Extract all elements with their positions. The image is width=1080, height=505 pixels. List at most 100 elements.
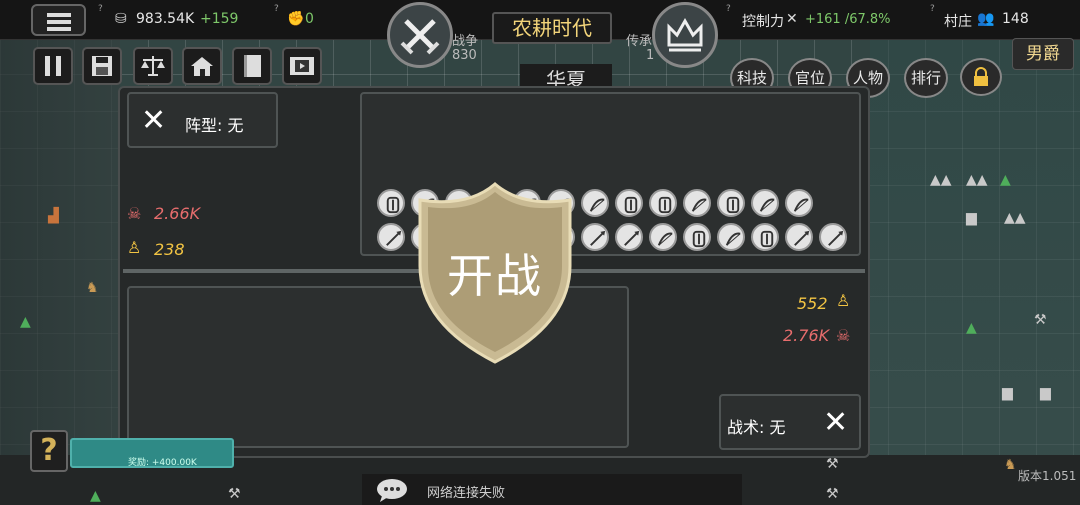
enemy-unit-spear[interactable] — [377, 223, 405, 251]
war-button[interactable] — [387, 2, 453, 68]
help-hint-icon[interactable]: ? — [726, 4, 731, 14]
help-hint-icon[interactable]: ? — [98, 4, 103, 14]
lock-icon — [974, 67, 988, 86]
bow-icon — [793, 198, 809, 212]
sheep-icon: ▆ — [966, 210, 977, 226]
soldier-icon: ♙ — [836, 291, 851, 310]
spear-icon — [794, 230, 810, 246]
shield-icon — [692, 230, 706, 248]
enemy-unit-shield[interactable] — [717, 189, 745, 217]
axe-icon: ⚒ — [1034, 312, 1047, 328]
balance-scale-icon — [141, 56, 165, 76]
formation-label: 阵型: 无 — [185, 116, 244, 135]
enemy-unit-bow[interactable] — [751, 189, 779, 217]
axe-icon: ⚒ — [826, 486, 839, 502]
shield-icon — [658, 196, 672, 214]
enemy-deaths: 2.66K — [154, 204, 201, 223]
coins-icon: ⛁ — [115, 11, 127, 27]
replay-button[interactable] — [282, 47, 322, 85]
shield-icon — [386, 196, 400, 214]
mountain-icon: ▲▲ — [966, 172, 988, 188]
chat-icon — [377, 479, 407, 502]
bow-icon — [691, 198, 707, 212]
law-button[interactable] — [133, 47, 173, 85]
shield-icon — [624, 196, 638, 214]
enemy-unit-bow[interactable] — [785, 189, 813, 217]
bow-icon — [759, 198, 775, 212]
strength-icon: ✊ — [287, 11, 305, 27]
records-button[interactable] — [232, 47, 272, 85]
enemy-unit-spear[interactable] — [819, 223, 847, 251]
film-icon — [290, 57, 314, 75]
cattle-icon: ▟ — [48, 208, 59, 224]
strength-value: 0 — [305, 11, 314, 27]
help-hint-icon[interactable]: ? — [930, 4, 935, 14]
enemy-unit-shield[interactable] — [683, 223, 711, 251]
heritage-label: 传承 — [626, 34, 653, 49]
own-deaths: 2.76K — [783, 326, 830, 345]
locked-button[interactable] — [960, 58, 1002, 96]
rank-tab[interactable]: 男爵 — [1012, 38, 1074, 70]
axe-icon: ⚒ — [826, 456, 839, 472]
help-button[interactable]: ? — [30, 430, 68, 472]
coins-delta: +159 — [200, 11, 239, 27]
help-hint-icon[interactable]: ? — [274, 4, 279, 14]
tree-icon: ▲ — [1000, 172, 1011, 188]
age-title[interactable]: 农耕时代 — [492, 12, 612, 44]
war-value: 830 — [452, 48, 477, 63]
close-icon: ✕ — [823, 405, 849, 440]
enemy-unit-spear[interactable] — [581, 223, 609, 251]
save-button[interactable] — [82, 47, 122, 85]
tactic-label: 战术: 无 — [727, 418, 786, 437]
menu-button[interactable] — [31, 4, 86, 36]
enemy-unit-spear[interactable] — [785, 223, 813, 251]
shield-icon — [726, 196, 740, 214]
sheep-icon: ▆ — [1002, 385, 1013, 401]
enemy-unit-spear[interactable] — [615, 223, 643, 251]
sheep-icon: ▆ — [1040, 385, 1051, 401]
crossed-swords-icon — [400, 19, 440, 55]
enemy-unit-bow[interactable] — [649, 223, 677, 251]
crown-icon — [667, 17, 703, 52]
version-text: 版本1.051 — [1018, 469, 1077, 483]
pause-button[interactable] — [33, 47, 73, 85]
crossed-swords-icon: ✕ — [786, 11, 798, 27]
spear-icon — [386, 230, 402, 246]
enemy-unit-bow[interactable] — [581, 189, 609, 217]
tactic-button[interactable]: 战术: 无 ✕ — [719, 394, 861, 450]
skull-icon: ☠ — [127, 204, 142, 223]
enemy-unit-bow[interactable] — [683, 189, 711, 217]
enemy-unit-shield[interactable] — [377, 189, 405, 217]
heritage-button[interactable] — [652, 2, 718, 68]
soldier-icon: ♙ — [127, 238, 142, 257]
tree-icon: ▲ — [966, 320, 977, 336]
enemy-unit-shield[interactable] — [649, 189, 677, 217]
people-icon: 👥 — [977, 11, 995, 27]
map-terrain-right — [870, 40, 1080, 505]
enemy-unit-shield[interactable] — [751, 223, 779, 251]
horse-icon: ♞ — [86, 280, 99, 296]
enemy-unit-shield[interactable] — [615, 189, 643, 217]
spear-icon — [828, 230, 844, 246]
shield-icon — [760, 230, 774, 248]
network-status-text: 网络连接失败 — [427, 486, 506, 501]
book-icon — [244, 55, 261, 77]
control-value: +161 /67.8% — [805, 12, 891, 27]
reward-progress-text: 奖励: +400.00K — [128, 458, 197, 468]
war-label: 战争 — [452, 34, 479, 49]
house-icon — [191, 57, 213, 76]
buildings-button[interactable] — [182, 47, 222, 85]
spear-icon — [624, 230, 640, 246]
tree-icon: ▲ — [90, 488, 101, 504]
bow-icon — [725, 232, 741, 246]
mountain-icon: ▲▲ — [1004, 210, 1026, 226]
enemy-unit-bow[interactable] — [717, 223, 745, 251]
tree-icon: ▲ — [20, 314, 31, 330]
chat-bar[interactable] — [362, 474, 742, 505]
ranking-button[interactable]: 排行 — [904, 58, 948, 98]
enemy-soldiers: 238 — [154, 240, 185, 259]
formation-button[interactable]: ✕ 阵型: 无 — [127, 92, 278, 148]
bow-icon — [589, 198, 605, 212]
close-icon: ✕ — [141, 103, 167, 138]
spear-icon — [590, 230, 606, 246]
